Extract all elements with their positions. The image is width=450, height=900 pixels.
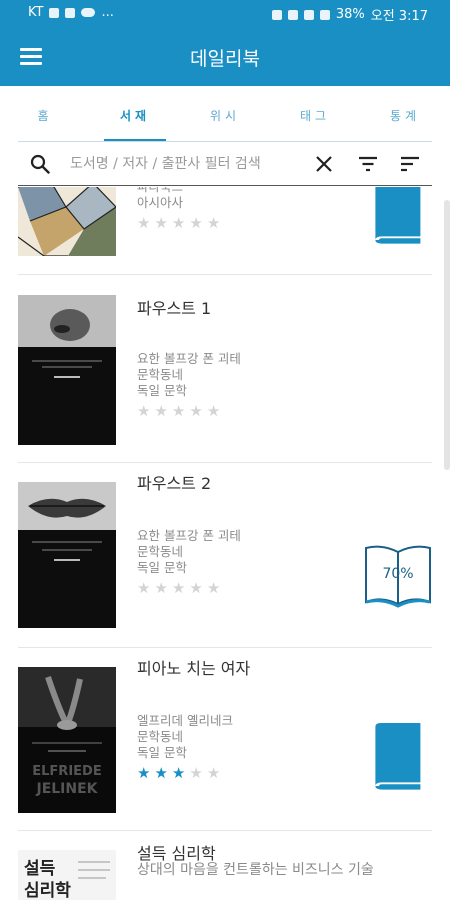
star-icon: ★ [171,402,186,420]
tab-library[interactable]: 서재 [90,86,180,142]
book-title: 파우스트 1 [137,299,212,318]
tab-wishlist[interactable]: 위시 [180,86,270,142]
svg-text:심리학: 심리학 [24,881,71,900]
star-icon: ★ [137,764,151,782]
list-item[interactable]: 파우스트 2 요한 볼프강 폰 괴테 문학동네 독일 문학 ★ ★ ★ ★ ★ … [18,464,432,648]
book-publisher: 문학동네 [137,544,184,559]
reading-progress-badge: 70% [362,544,434,608]
star-icon: ★ [137,214,151,232]
book-title: 설득 심리학 [137,844,216,863]
wifi-icon [303,9,314,20]
book-cover: ELFRIEDE JELINEK [18,667,116,813]
book-publisher: 문학동네 [137,367,184,382]
svg-text:설득: 설득 [24,859,56,879]
svg-text:ELFRIEDE: ELFRIEDE [32,764,101,779]
tab-home[interactable]: 홈 [0,86,90,142]
star-icon: ★ [189,579,203,597]
star-icon: ★ [206,214,221,232]
signal-icon [319,9,330,20]
tab-tags[interactable]: 태그 [270,86,360,142]
star-icon: ★ [171,764,186,782]
book-author: 요한 볼프강 폰 괴테 [137,528,241,543]
search-icon [30,154,50,174]
mute-icon [271,9,282,20]
star-icon: ★ [189,764,203,782]
filter-icon[interactable] [358,154,378,174]
gallery-icon [49,7,60,18]
book-genre: 아시아사 [137,195,184,210]
close-icon[interactable] [314,154,334,174]
rating-stars: ★ ★ ★ ★ ★ [137,215,220,231]
tab-stats[interactable]: 통계 [360,86,450,142]
search-input[interactable] [70,150,310,178]
sort-icon[interactable] [400,154,420,174]
list-item[interactable]: 파라북스 아시아사 ★ ★ ★ ★ ★ [18,187,432,275]
book-subtitle: 상대의 마음을 컨트롤하는 비즈니스 기술 [137,862,374,878]
star-icon: ★ [206,764,221,782]
cloud-icon [81,8,96,17]
book-title: 파우스트 2 [137,474,212,493]
book-title: 피아노 치는 여자 [137,659,251,678]
rating-stars: ★ ★ ★ ★ ★ [137,765,220,781]
star-icon: ★ [206,402,221,420]
carrier-label: KT [28,5,44,20]
star-icon: ★ [171,214,186,232]
book-cover [18,295,116,445]
book-author: 요한 볼프강 폰 괴테 [137,351,241,366]
alarm-icon [287,9,298,20]
book-cover: 설득 심리학 [18,850,116,900]
star-icon: ★ [154,214,168,232]
star-icon: ★ [189,402,203,420]
book-genre: 독일 문학 [137,560,187,575]
list-item[interactable]: 파우스트 1 요한 볼프강 폰 괴테 문학동네 독일 문학 ★ ★ ★ ★ ★ [18,283,432,463]
notification-icon [65,7,76,18]
app-title: 데일리북 [190,48,260,70]
star-icon: ★ [137,579,151,597]
star-icon: ★ [154,764,168,782]
filter-search-bar [18,142,432,186]
tab-bar: 홈 서재 위시 태그 통계 [0,86,450,142]
read-book-icon [375,723,421,790]
book-genre: 독일 문학 [137,745,187,760]
star-icon: ★ [154,402,168,420]
book-cover [18,482,116,628]
book-list: 파라북스 아시아사 ★ ★ ★ ★ ★ 파우스트 1 [0,187,450,900]
more-notifications: ... [101,5,114,20]
scrollbar[interactable] [444,200,450,470]
svg-text:JELINEK: JELINEK [35,781,98,797]
book-genre: 독일 문학 [137,383,187,398]
book-author: 엘프리데 옐리네크 [137,713,233,728]
star-icon: ★ [171,579,186,597]
battery-label: 38% [335,7,365,22]
book-author: 파라북스 [137,187,183,195]
star-icon: ★ [137,402,151,420]
list-item[interactable]: 설득 심리학 설득 심리학 상대의 마음을 컨트롤하는 비즈니스 기술 [18,832,432,900]
rating-stars: ★ ★ ★ ★ ★ [137,580,220,596]
star-icon: ★ [206,579,221,597]
status-bar: KT ... 38% 오전 3:17 [0,0,450,28]
clock: 오전 3:17 [370,9,428,24]
book-publisher: 문학동네 [137,729,184,744]
star-icon: ★ [154,579,168,597]
star-icon: ★ [189,214,203,232]
reading-progress: 70% [382,566,414,582]
list-item[interactable]: ELFRIEDE JELINEK 피아노 치는 여자 엘프리데 옐리네크 문학동… [18,649,432,831]
rating-stars: ★ ★ ★ ★ ★ [137,403,220,419]
book-cover [18,187,116,256]
read-book-icon [375,187,421,244]
app-bar: 데일리북 [0,28,450,86]
